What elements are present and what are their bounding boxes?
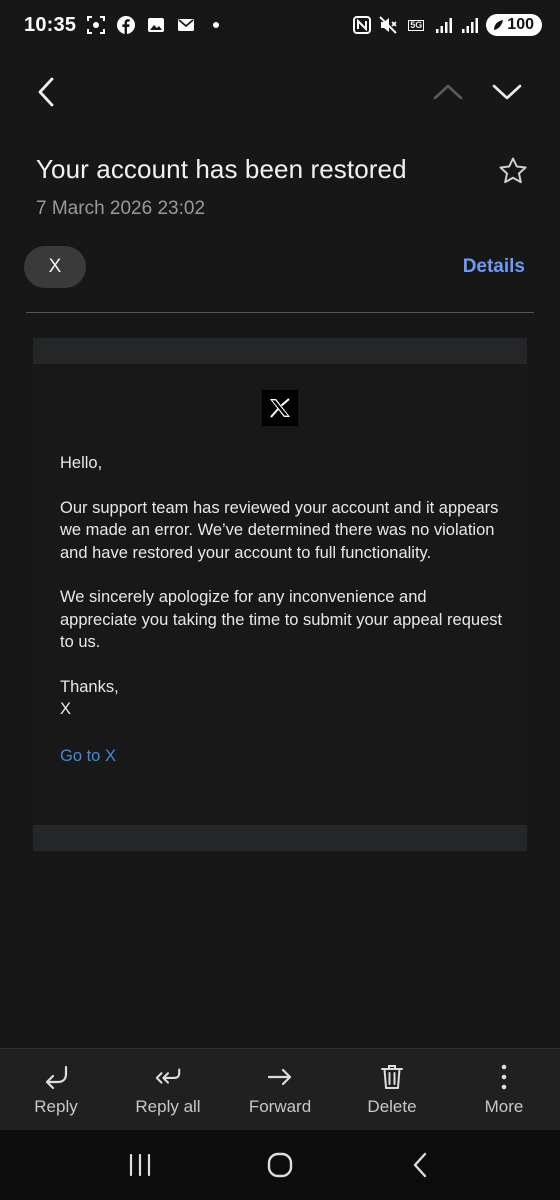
chevron-left-icon	[38, 77, 54, 107]
mute-icon	[378, 15, 398, 35]
forward-label: Forward	[248, 1096, 312, 1116]
delete-label: Delete	[367, 1096, 417, 1116]
email-greeting: Hello,	[60, 454, 103, 472]
delete-button[interactable]: Delete	[337, 1063, 447, 1117]
home-button[interactable]	[255, 1140, 305, 1190]
next-email-button[interactable]	[483, 68, 531, 116]
email-signoff: Thanks, X	[60, 676, 505, 721]
more-label: More	[484, 1096, 524, 1116]
facebook-icon	[116, 15, 136, 35]
signal-icon	[460, 15, 480, 35]
forward-button[interactable]: Forward	[225, 1063, 335, 1117]
back-icon	[413, 1152, 427, 1178]
status-right: 5G 100	[352, 14, 542, 36]
email-date: 7 March 2026 23:02	[36, 198, 206, 219]
star-button[interactable]	[494, 152, 532, 190]
nfc-icon	[352, 15, 372, 35]
screenshot-icon	[86, 15, 106, 35]
reply-all-icon	[154, 1063, 182, 1091]
status-left: 10:35	[24, 14, 226, 37]
network-type: 5G	[404, 15, 428, 35]
email-paragraph: Our support team has reviewed your accou…	[60, 498, 499, 562]
sender-name: X	[48, 256, 62, 277]
signoff-text: Thanks,	[60, 677, 119, 696]
battery-level: 100	[507, 16, 534, 33]
chevron-down-icon	[492, 84, 522, 100]
gmail-icon	[176, 15, 196, 35]
status-time: 10:35	[24, 13, 77, 36]
battery-icon	[494, 20, 504, 30]
sender-chip[interactable]: X	[24, 246, 86, 288]
forward-arrow-icon	[266, 1063, 294, 1091]
back-button[interactable]	[22, 68, 70, 116]
email-body: Hello, Our support team has reviewed you…	[60, 452, 505, 767]
reply-button[interactable]: Reply	[1, 1063, 111, 1117]
more-button[interactable]: More	[449, 1063, 559, 1117]
reply-all-label: Reply all	[135, 1096, 201, 1116]
reply-label: Reply	[34, 1096, 78, 1116]
dot-icon	[206, 15, 226, 35]
signal-icon	[434, 15, 454, 35]
status-bar: 10:35 5G 100	[0, 0, 560, 50]
trash-icon	[378, 1063, 406, 1091]
action-bar: Reply Reply all Forward Delete More	[0, 1048, 560, 1130]
chevron-up-icon	[433, 84, 463, 100]
divider	[26, 312, 534, 313]
top-nav	[0, 64, 560, 120]
system-nav-bar	[0, 1130, 560, 1200]
more-vertical-icon	[490, 1063, 518, 1091]
x-logo-icon	[270, 398, 290, 418]
recent-apps-icon	[129, 1153, 151, 1177]
battery-indicator: 100	[486, 14, 542, 36]
star-icon	[499, 157, 527, 184]
previous-email-button[interactable]	[424, 68, 472, 116]
home-icon	[267, 1152, 293, 1178]
reply-all-button[interactable]: Reply all	[113, 1063, 223, 1117]
go-to-x-link[interactable]: Go to X	[60, 747, 116, 765]
x-logo	[262, 390, 298, 426]
network-label: 5G	[408, 19, 425, 31]
signature-text: X	[60, 700, 72, 718]
recent-apps-button[interactable]	[115, 1140, 165, 1190]
email-paragraph: We sincerely apologize for any inconveni…	[60, 588, 503, 651]
gallery-icon	[146, 15, 166, 35]
reply-icon	[42, 1063, 70, 1091]
link-row: Go to X	[60, 745, 505, 768]
system-back-button[interactable]	[395, 1140, 445, 1190]
email-subject: Your account has been restored	[36, 154, 407, 184]
details-button[interactable]: Details	[463, 256, 525, 278]
